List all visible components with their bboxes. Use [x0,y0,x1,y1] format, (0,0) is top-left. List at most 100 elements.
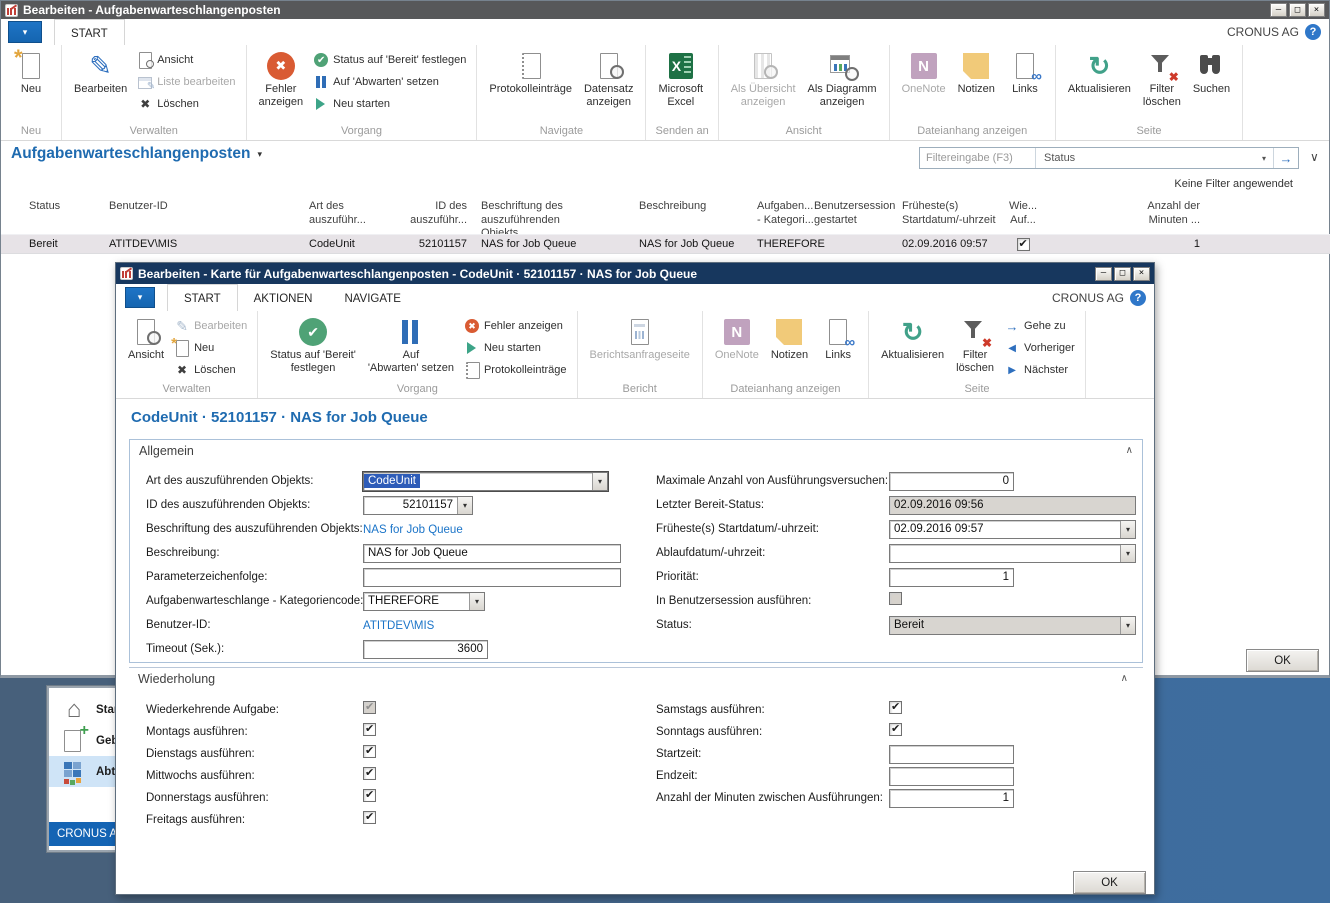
column-header-art-des-auszuführ[interactable]: Art des auszuführ... [309,200,389,227]
benutzer-id-link[interactable]: ATITDEV\MIS [363,620,434,632]
section-title-wiederholung[interactable]: Wiederholung [138,672,215,686]
maximale-anzahl-von-ausführungsversuchen-input[interactable]: 0 [889,472,1014,491]
sonntags-ausführen-checkbox[interactable] [889,723,902,736]
row-checkbox[interactable] [1017,238,1030,251]
maximize-button[interactable]: □ [1289,3,1306,17]
tab-start[interactable]: START [167,284,238,312]
page-title-dropdown-icon[interactable]: ▾ [257,149,262,160]
suchen-button[interactable]: Suchen [1188,47,1235,98]
column-header-benutzersession-gestartet[interactable]: Benutzersession gestartet [814,200,902,227]
tab-aktionen[interactable]: AKTIONEN [238,284,329,311]
section-title-allgemein[interactable]: Allgemein [139,444,194,458]
auf-abwarten-setzen-button[interactable]: Auf 'Abwarten' setzen [363,313,459,377]
application-menu-button[interactable]: ▾ [125,287,155,308]
aufgabenwarteschlange-kategoriencode-combobox[interactable]: THEREFORE▾ [363,592,485,611]
status-combobox[interactable]: Bereit▾ [889,616,1136,635]
endzeit-input[interactable] [889,767,1014,786]
dropdown-button-icon[interactable]: ▾ [469,593,484,610]
help-icon[interactable]: ? [1130,290,1146,306]
timeout-sek-input[interactable]: 3600 [363,640,488,659]
ok-button[interactable]: OK [1073,871,1146,894]
status-auf-bereit-festlegen-button[interactable]: Status auf 'Bereit' festlegen [310,51,469,69]
beschreibung-input[interactable]: NAS for Job Queue [363,544,621,563]
berichtsanfrageseite-button[interactable]: Berichtsanfrageseite [585,313,695,364]
fehler-anzeigen-button[interactable]: Fehler anzeigen [461,317,570,335]
ansicht-button[interactable]: Ansicht [134,51,238,69]
früheste-s-startdatum-uhrzeit-combobox[interactable]: 02.09.2016 09:57▾ [889,520,1136,539]
help-icon[interactable]: ? [1305,24,1321,40]
neu-starten-button[interactable]: Neu starten [310,95,469,113]
vorheriger-button[interactable]: Vorheriger [1001,339,1078,357]
neu-button[interactable]: Neu [171,339,250,357]
freitags-ausführen-checkbox[interactable] [363,811,376,824]
list-row[interactable]: BereitATITDEV\MISCodeUnit52101157NAS for… [1,234,1330,254]
filter-field-select[interactable]: Status [1036,148,1255,168]
column-header-benutzer-id[interactable]: Benutzer-ID [109,200,309,214]
nächster-button[interactable]: Nächster [1001,361,1078,379]
datensatz-anzeigen-button[interactable]: Datensatz anzeigen [579,47,639,111]
ablaufdatum-uhrzeit-combobox[interactable]: ▾ [889,544,1136,563]
links-button[interactable]: Links [1002,47,1048,98]
filter-field-dropdown-icon[interactable]: ▾ [1255,148,1273,168]
fehler-anzeigen-button[interactable]: Fehler anzeigen [254,47,309,111]
column-header-aufgaben-kategori[interactable]: Aufgaben... - Kategori... [757,200,814,227]
dropdown-button-icon[interactable]: ▾ [1120,545,1135,562]
dropdown-button-icon[interactable]: ▾ [1120,617,1135,634]
auf-abwarten-setzen-button[interactable]: Auf 'Abwarten' setzen [310,73,469,91]
priorität-input[interactable]: 1 [889,568,1014,587]
aktualisieren-button[interactable]: Aktualisieren [1063,47,1136,98]
filter-löschen-button[interactable]: Filter löschen [1138,47,1186,111]
microsoft-excel-button[interactable]: Microsoft Excel [653,47,708,111]
filter-löschen-button[interactable]: Filter löschen [951,313,999,377]
ansicht-button[interactable]: Ansicht [123,313,169,364]
apply-filter-arrow-icon[interactable]: → [1273,148,1298,168]
notizen-button[interactable]: Notizen [766,313,813,364]
bearbeiten-button[interactable]: Bearbeiten [69,47,132,98]
anzahl-der-minuten-zwischen-ausführungen-input[interactable]: 1 [889,789,1014,808]
id-des-auszuführenden-objekts-combobox[interactable]: 52101157▾ [363,496,473,515]
löschen-button[interactable]: Löschen [171,361,250,379]
filter-input[interactable]: Filtereingabe (F3) [920,148,1036,168]
dropdown-button-icon[interactable]: ▾ [592,473,607,490]
notizen-button[interactable]: Notizen [953,47,1000,98]
neu-starten-button[interactable]: Neu starten [461,339,570,357]
column-header-wie-auf[interactable]: Wie... Auf... [1002,200,1044,227]
bearbeiten-button[interactable]: Bearbeiten [171,317,250,335]
filter-pane-chevron-icon[interactable]: ∨ [1310,150,1319,164]
close-button[interactable]: × [1308,3,1325,17]
maximize-button[interactable]: □ [1114,267,1131,281]
collapse-chevron-icon[interactable]: ∧ [1126,445,1133,456]
dienstags-ausführen-checkbox[interactable] [363,745,376,758]
minimize-button[interactable]: – [1270,3,1287,17]
liste-bearbeiten-button[interactable]: Liste bearbeiten [134,73,238,91]
als-übersicht-anzeigen-button[interactable]: Als Übersicht anzeigen [726,47,801,111]
onenote-button[interactable]: OneNote [710,313,764,364]
montags-ausführen-checkbox[interactable] [363,723,376,736]
donnerstags-ausführen-checkbox[interactable] [363,789,376,802]
tab-navigate[interactable]: NAVIGATE [328,284,416,311]
beschriftung-des-auszuführenden-objekts-link[interactable]: NAS for Job Queue [363,524,463,536]
links-button[interactable]: Links [815,313,861,364]
mittwochs-ausführen-checkbox[interactable] [363,767,376,780]
ok-button[interactable]: OK [1246,649,1319,672]
protokolleinträge-button[interactable]: Protokolleinträge [461,361,570,379]
startzeit-input[interactable] [889,745,1014,764]
dropdown-button-icon[interactable]: ▾ [457,497,472,514]
column-header-id-des-auszuführ[interactable]: ID des auszuführ... [389,200,467,227]
close-button[interactable]: × [1133,267,1150,281]
wiederkehrende-aufgabe-checkbox[interactable] [363,701,376,714]
gehe-zu-button[interactable]: Gehe zu [1001,317,1078,335]
neu-button[interactable]: Neu [8,47,54,98]
collapse-chevron-icon[interactable]: ∧ [1121,673,1128,684]
status-auf-bereit-festlegen-button[interactable]: Status auf 'Bereit' festlegen [265,313,361,377]
column-header-anzahl-der-minuten[interactable]: Anzahl der Minuten ... [1044,200,1204,227]
samstags-ausführen-checkbox[interactable] [889,701,902,714]
column-header-beschreibung[interactable]: Beschreibung [639,200,757,214]
aktualisieren-button[interactable]: Aktualisieren [876,313,949,364]
application-menu-button[interactable]: ▾ [8,21,42,43]
tab-start[interactable]: START [54,19,125,46]
column-header-status[interactable]: Status [29,200,109,214]
minimize-button[interactable]: – [1095,267,1112,281]
art-des-auszuführenden-objekts-combobox[interactable]: CodeUnit▾ [363,472,608,491]
löschen-button[interactable]: Löschen [134,95,238,113]
